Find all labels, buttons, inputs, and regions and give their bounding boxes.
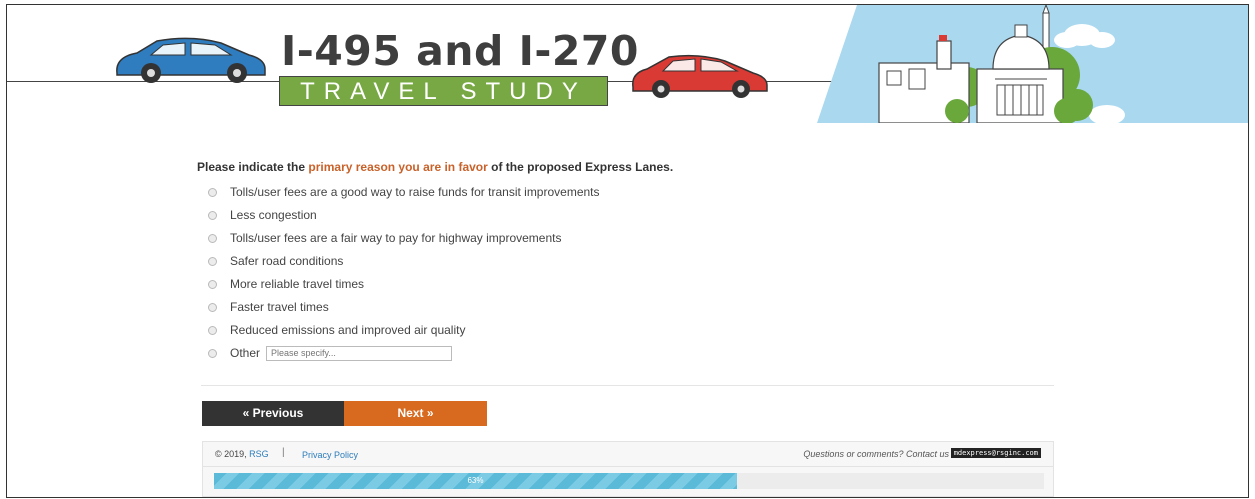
- page-title: I-495 and I-270: [281, 27, 639, 75]
- page-frame: I-495 and I-270 TRAVEL STUDY Please indi…: [6, 4, 1249, 498]
- radio-button[interactable]: [208, 256, 217, 266]
- option-transit-funds[interactable]: Tolls/user fees are a good way to raise …: [204, 182, 600, 202]
- footer-separator: |: [282, 447, 285, 458]
- red-car-icon: [632, 54, 768, 98]
- radio-button[interactable]: [208, 187, 217, 197]
- option-label: Other: [230, 346, 261, 360]
- option-label: Tolls/user fees are a good way to raise …: [230, 185, 600, 199]
- rsg-link[interactable]: RSG: [249, 449, 269, 459]
- washington-skyline-icon: [817, 5, 1248, 123]
- question-suffix: of the proposed Express Lanes.: [487, 160, 674, 174]
- other-specify-input[interactable]: [266, 345, 453, 361]
- option-label: Safer road conditions: [230, 254, 344, 268]
- option-other[interactable]: Other: [204, 343, 453, 363]
- blue-car-icon: [116, 37, 266, 83]
- copyright: © 2019, RSG: [215, 449, 269, 459]
- option-reduced-emissions[interactable]: Reduced emissions and improved air quali…: [204, 320, 465, 340]
- footer: © 2019, RSG | Privacy Policy Questions o…: [202, 441, 1054, 497]
- progress-bar: 63%: [214, 473, 1044, 489]
- option-less-congestion[interactable]: Less congestion: [204, 205, 317, 225]
- option-label: Reduced emissions and improved air quali…: [230, 323, 466, 337]
- radio-button[interactable]: [208, 233, 217, 243]
- option-label: Less congestion: [230, 208, 317, 222]
- contact-email[interactable]: mdexpress@rsginc.com: [950, 448, 1041, 458]
- option-safer-roads[interactable]: Safer road conditions: [204, 251, 343, 271]
- radio-button[interactable]: [208, 348, 217, 358]
- footer-info-row: © 2019, RSG | Privacy Policy Questions o…: [203, 442, 1053, 467]
- page-subtitle: TRAVEL STUDY: [279, 76, 608, 106]
- header-banner: I-495 and I-270 TRAVEL STUDY: [7, 5, 1248, 123]
- question-prompt: Please indicate the primary reason you a…: [197, 160, 673, 174]
- previous-button[interactable]: « Previous: [202, 401, 344, 426]
- progress-fill: 63%: [214, 473, 737, 489]
- option-faster-times[interactable]: Faster travel times: [204, 297, 329, 317]
- option-label: More reliable travel times: [230, 277, 365, 291]
- copyright-text: © 2019,: [215, 449, 247, 459]
- radio-button[interactable]: [208, 325, 217, 335]
- option-fair-highway[interactable]: Tolls/user fees are a fair way to pay fo…: [204, 228, 561, 248]
- question-prefix: Please indicate the: [197, 160, 309, 174]
- question-highlight: primary reason you are in favor: [308, 160, 488, 174]
- section-divider: [201, 385, 1054, 386]
- option-reliable-times[interactable]: More reliable travel times: [204, 274, 364, 294]
- privacy-policy-link[interactable]: Privacy Policy: [302, 450, 358, 460]
- option-label: Faster travel times: [230, 300, 329, 314]
- next-button[interactable]: Next »: [344, 401, 487, 426]
- option-label: Tolls/user fees are a fair way to pay fo…: [230, 231, 562, 245]
- contact-text: Questions or comments? Contact us at: [803, 449, 959, 459]
- radio-button[interactable]: [208, 210, 217, 220]
- radio-button[interactable]: [208, 302, 217, 312]
- radio-button[interactable]: [208, 279, 217, 289]
